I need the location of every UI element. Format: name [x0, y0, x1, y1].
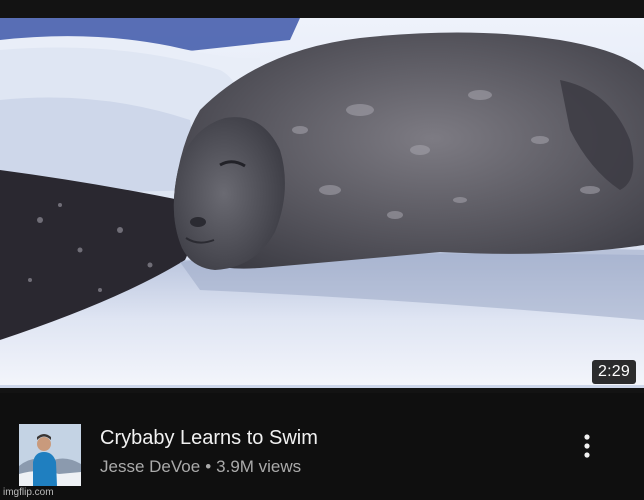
more-vertical-glyph	[584, 434, 590, 458]
thumbnail-image	[0, 0, 644, 393]
avatar-image	[19, 424, 81, 486]
duration-badge: 2:29	[592, 360, 636, 384]
video-card[interactable]: 2:29 Crybaby Learns to Swim Jesse DeVoe •…	[0, 0, 644, 500]
more-vertical-icon[interactable]	[572, 431, 602, 465]
video-title[interactable]: Crybaby Learns to Swim	[100, 426, 318, 450]
video-meta: Crybaby Learns to Swim Jesse DeVoe • 3.9M …	[0, 393, 644, 500]
channel-avatar[interactable]	[19, 424, 81, 486]
video-thumbnail[interactable]: 2:29	[0, 0, 644, 393]
video-subline: Jesse DeVoe • 3.9M views	[100, 457, 301, 477]
separator-dot: •	[205, 457, 212, 476]
watermark: imgflip.com	[3, 487, 54, 498]
channel-name[interactable]: Jesse DeVoe	[100, 457, 200, 476]
view-count: 3.9M views	[216, 457, 302, 476]
